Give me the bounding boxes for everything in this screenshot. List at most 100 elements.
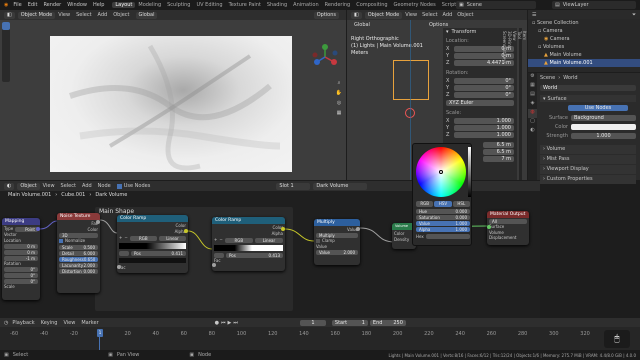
mode-selector-2[interactable]: Object Mode <box>364 11 403 19</box>
editor-type-icon[interactable]: ◧ <box>4 11 15 19</box>
fac-input-socket[interactable] <box>212 263 216 267</box>
tab-3d-print[interactable]: 3D-Print <box>507 28 512 180</box>
zoom-icon[interactable]: ⌕ <box>334 80 344 90</box>
stop-color-swatch[interactable] <box>119 258 186 263</box>
node-mapping[interactable]: Mapping Type Point Vector Location 0 m 0 … <box>2 218 40 300</box>
play-icon[interactable]: ▶ <box>228 320 232 326</box>
mode-selector[interactable]: Object Mode <box>17 11 56 19</box>
outliner-item-volumes[interactable]: ▫ Volumes <box>528 43 640 51</box>
view-layer-selector[interactable]: ▤ ViewLayer <box>552 1 636 9</box>
detail-field[interactable]: Detail 6.000 <box>59 251 98 256</box>
scale-field[interactable]: Scale 0.500 <box>59 245 98 250</box>
pan-icon[interactable]: ✋ <box>334 90 344 100</box>
location-y-field[interactable]: 0 m <box>4 250 38 255</box>
tab-rendering[interactable]: Rendering <box>322 2 354 8</box>
tab-tool[interactable]: Tool <box>517 28 522 180</box>
scene-tab-icon[interactable]: ◈ <box>528 100 537 109</box>
mode-rgb[interactable]: RGB <box>416 201 434 207</box>
menu-keying[interactable]: Keying <box>41 320 58 326</box>
jump-start-icon[interactable]: ⏮ <box>221 320 226 326</box>
menu-marker[interactable]: Marker <box>81 320 98 326</box>
tab-uv-editing[interactable]: UV Editing <box>193 2 225 8</box>
menu-object[interactable]: Object <box>113 12 129 18</box>
outliner-item-camera[interactable]: ◉ Camera <box>528 35 640 43</box>
node-multiply[interactable]: Multiply Value Multiply Clamp Value Valu… <box>314 219 360 265</box>
node-color-ramp-1[interactable]: Color Ramp Color Alpha + − RGB Linear Pos 0.… <box>117 215 188 273</box>
tab-screencast-keys[interactable]: Screencast Keys <box>502 28 507 180</box>
menu-edit[interactable]: Edit <box>28 2 38 8</box>
volume-input-socket[interactable] <box>487 225 491 229</box>
color-output-socket[interactable] <box>281 227 285 231</box>
fac-input-socket[interactable] <box>117 265 121 269</box>
distortion-field[interactable]: Distortion 0.000 <box>59 269 98 274</box>
material-tab-icon[interactable]: ◐ <box>528 127 537 136</box>
render-tab-icon[interactable]: ▦ <box>528 82 537 91</box>
object-tab-icon[interactable]: ▢ <box>528 118 537 127</box>
tab-geometry-nodes[interactable]: Geometry Nodes <box>391 2 439 8</box>
output-tab-icon[interactable]: ▤ <box>528 91 537 100</box>
use-nodes-button[interactable]: Use Nodes <box>568 105 628 111</box>
section-mist-pass[interactable]: › Mist Pass <box>540 155 636 164</box>
menu-view[interactable]: View <box>58 12 70 18</box>
fac-output-socket[interactable] <box>96 220 100 224</box>
menu-add[interactable]: Add <box>98 12 108 18</box>
tab-layout[interactable]: Layout <box>112 2 136 8</box>
outliner-item-main-volume-001[interactable]: ▲ Main Volume.001 <box>528 59 640 67</box>
select-tool-icon[interactable] <box>2 22 10 30</box>
menu-object-2[interactable]: Object <box>457 12 473 18</box>
type-select[interactable]: Point <box>15 226 38 232</box>
location-x-field[interactable]: 0 m <box>4 244 38 249</box>
node-material-output[interactable]: Material Output All Surface Volume Displ… <box>487 211 529 245</box>
tab-modeling[interactable]: Modeling <box>135 2 164 8</box>
jump-end-icon[interactable]: ⏭ <box>233 320 238 326</box>
menu-select-2[interactable]: Select <box>422 12 437 18</box>
timeline[interactable]: ◷ Playback Keying View Marker ● ⏮ ▶ ⏭ 1 … <box>0 318 640 350</box>
strength-field[interactable]: 1.000 <box>571 133 636 139</box>
pos-field[interactable]: Pos 0.411 <box>131 251 186 256</box>
section-custom-properties[interactable]: › Custom Properties <box>540 175 636 184</box>
tab-item[interactable]: Item <box>522 28 527 180</box>
menu-select[interactable]: Select <box>76 12 91 18</box>
editor-type-icon-2[interactable]: ◧ <box>351 11 362 19</box>
menu-help[interactable]: Help <box>93 2 104 8</box>
menu-file[interactable]: File <box>13 2 21 8</box>
color-wheel-cursor[interactable] <box>439 170 443 174</box>
normalize-toggle[interactable]: Normalize <box>59 238 98 244</box>
playhead[interactable]: 1 <box>97 329 103 337</box>
roughness-field[interactable]: Roughness 0.650 <box>59 257 98 262</box>
blender-logo-icon[interactable]: ◉ <box>4 2 8 8</box>
mode-hsv[interactable]: HSV <box>434 201 452 207</box>
saturation-field[interactable]: Saturation 0.000 <box>416 215 470 220</box>
world-selector[interactable]: World <box>540 85 636 91</box>
checkbox-icon[interactable] <box>316 239 320 243</box>
tab-animation[interactable]: Animation <box>290 2 322 8</box>
stop-index[interactable] <box>119 251 129 256</box>
options-button[interactable]: Options <box>313 11 339 19</box>
tool-tab-icon[interactable]: ⚙ <box>528 73 537 82</box>
outliner-icon[interactable]: ☰ <box>532 12 536 18</box>
camera-view-icon[interactable]: ◎ <box>334 100 344 110</box>
start-frame-field[interactable]: Start 1 <box>331 319 368 326</box>
outliner-item-scene-collection[interactable]: ▫ Scene Collection <box>528 19 640 27</box>
outliner-item-camera-collection[interactable]: ▫ Camera <box>528 27 640 35</box>
tab-shading[interactable]: Shading <box>264 2 290 8</box>
section-viewport-display[interactable]: › Viewport Display <box>540 165 636 174</box>
navigation-gizmo[interactable] <box>312 44 338 70</box>
pos-field[interactable]: Pos 0.413 <box>226 253 283 258</box>
remove-stop-icon[interactable]: − <box>124 235 127 241</box>
rotation-y-field[interactable]: 0° <box>4 273 38 278</box>
color-output-socket[interactable] <box>184 229 188 233</box>
outliner-item-main-volume[interactable]: ▲ Main Volume <box>528 51 640 59</box>
section-volume[interactable]: › Volume <box>540 145 636 154</box>
viewport-render[interactable]: ◧ Object Mode View Select Add Object Glo… <box>0 10 346 180</box>
selected-cube-outline[interactable] <box>393 60 429 100</box>
timeline-ruler[interactable]: -60 -40 -20 0 20 40 60 80 100 120 140 16… <box>0 330 600 337</box>
menu-add-2[interactable]: Add <box>443 12 453 18</box>
rotation-x-field[interactable]: 0° <box>4 267 38 272</box>
menu-render[interactable]: Render <box>43 2 61 8</box>
transform-orientation-2[interactable]: Global <box>351 22 373 29</box>
tab-texture-paint[interactable]: Texture Paint <box>226 2 264 8</box>
interpolation-select[interactable]: Linear <box>158 235 186 241</box>
transform-orientation[interactable]: Global <box>135 11 158 19</box>
node-color-ramp-2[interactable]: Color Ramp Color Alpha + − RGB Linear Pos 0.… <box>212 217 285 271</box>
